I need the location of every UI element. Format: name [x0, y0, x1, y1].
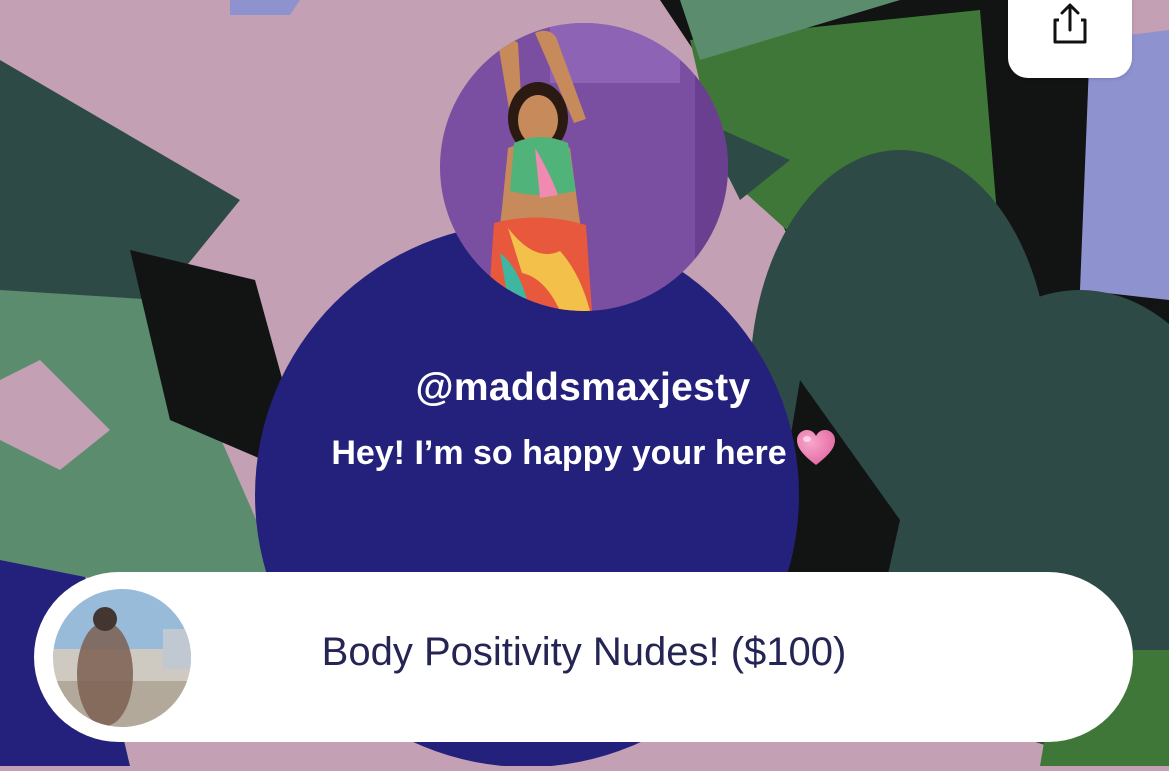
share-icon [1053, 3, 1087, 44]
link-thumbnail-image [53, 589, 191, 727]
profile-username: @maddsmaxjesty [415, 366, 751, 409]
profile-avatar [440, 23, 728, 311]
pink-heart-icon [795, 428, 837, 477]
share-button[interactable] [1008, 0, 1132, 78]
link-title: Body Positivity Nudes! ($100) [321, 630, 847, 674]
link-card-body-positivity[interactable]: Body Positivity Nudes! ($100) [34, 572, 1133, 742]
profile-bio-text: Hey! I’m so happy your here [331, 434, 787, 472]
profile-bio: Hey! I’m so happy your here [300, 428, 868, 477]
